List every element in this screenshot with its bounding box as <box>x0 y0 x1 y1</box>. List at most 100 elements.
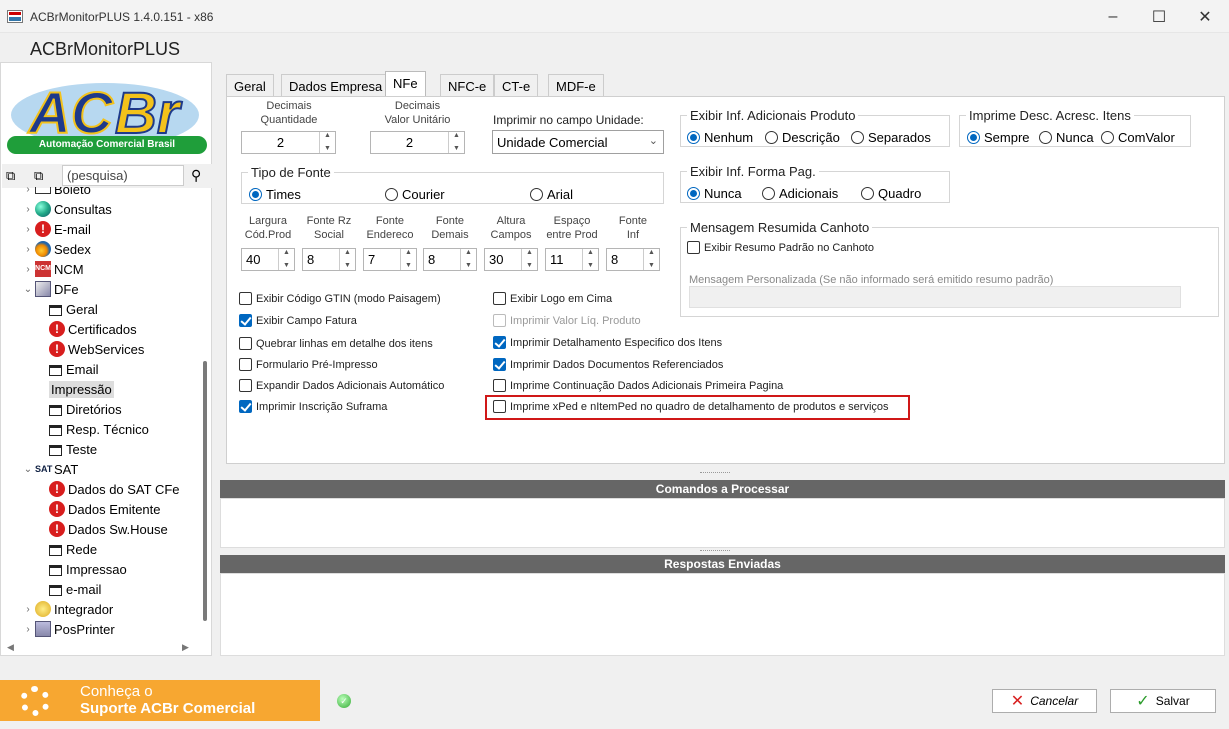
splitter-handle[interactable] <box>700 472 730 473</box>
fonte-rz-social-label: Fonte Rz Social <box>306 215 352 241</box>
tree-item-email[interactable]: ›! E-mail <box>21 219 91 239</box>
unidade-select[interactable]: Unidade Comercial ⌄ <box>492 130 664 154</box>
tree-scrollbar[interactable] <box>203 361 207 621</box>
ncm-icon: NCM <box>35 261 51 277</box>
altura-campos-spinner[interactable]: 30 <box>484 248 538 271</box>
fonte-rz-social-spinner[interactable]: 8 <box>302 248 356 271</box>
save-button[interactable]: ✓ Salvar <box>1110 689 1216 713</box>
check-fatura[interactable]: Exibir Campo Fatura <box>239 314 357 327</box>
tab-geral[interactable]: Geral <box>226 74 274 97</box>
close-icon[interactable]: ✕ <box>1182 0 1228 33</box>
tree-item-rede[interactable]: Rede <box>49 539 97 559</box>
fonte-endereco-spinner[interactable]: 7 <box>363 248 417 271</box>
check-detalhamento[interactable]: Imprimir Detalhamento Especifico dos Ite… <box>493 336 722 349</box>
tree-item-email-dfe[interactable]: Email <box>49 359 99 379</box>
tree-item-teste[interactable]: Teste <box>49 439 97 459</box>
radio-nunca-pag[interactable]: Nunca <box>687 186 742 201</box>
canhoto-msg-label: Mensagem Personalizada (Se não informado… <box>689 274 1054 286</box>
tree-view: › Boleto › Consultas ›! E-mail › Sedex › NCM N… <box>1 187 201 645</box>
radio-times[interactable]: Times <box>249 187 301 202</box>
chevron-down-icon: ⌄ <box>648 135 658 147</box>
radio-courier[interactable]: Courier <box>385 187 445 202</box>
radio-separados[interactable]: Separados <box>851 130 931 145</box>
x-icon: ✕ <box>1010 693 1025 710</box>
espaco-entre-prod-spinner[interactable]: 11 <box>545 248 599 271</box>
tab-cte[interactable]: CT-e <box>494 74 539 97</box>
globe-icon <box>35 201 51 217</box>
tree-item-sedex[interactable]: › Sedex <box>21 239 91 259</box>
collapse-all-icon[interactable]: ⧉ <box>34 168 43 184</box>
minimize-icon[interactable]: – <box>1090 0 1136 33</box>
tree-item-sat[interactable]: ⌄ SAT SAT <box>21 459 79 479</box>
radio-nenhum[interactable]: Nenhum <box>687 130 753 145</box>
check-resumo-canhoto[interactable]: Exibir Resumo Padrão no Canhoto <box>687 241 874 254</box>
tree-item-email-sat[interactable]: e-mail <box>49 579 101 599</box>
tree-item-dados-sat[interactable]: ! Dados do SAT CFe <box>49 479 180 499</box>
tree-item-integrador[interactable]: › Integrador <box>21 599 113 619</box>
check-pre-impresso[interactable]: Formulario Pré-Impresso <box>239 358 378 371</box>
tab-nfe[interactable]: NFe <box>385 71 426 98</box>
dec-qtd-spinner[interactable]: 2 <box>241 131 336 154</box>
scroll-right-icon[interactable]: ▶ <box>182 642 189 653</box>
unidade-label: Imprimir no campo Unidade: <box>493 113 644 127</box>
radio-comvalor[interactable]: ComValor <box>1101 130 1175 145</box>
tree-item-dados-emitente[interactable]: ! Dados Emitente <box>49 499 161 519</box>
tree-item-posprinter[interactable]: › PosPrinter <box>21 619 115 639</box>
dec-vu-spinner[interactable]: 2 <box>370 131 465 154</box>
support-banner[interactable]: Conheça o Suporte ACBr Comercial <box>0 680 320 721</box>
cancel-button[interactable]: ✕ Cancelar <box>992 689 1097 713</box>
folder-icon <box>49 304 62 316</box>
fonte-demais-spinner[interactable]: 8 <box>423 248 477 271</box>
radio-descricao[interactable]: Descrição <box>765 130 840 145</box>
largura-cod-prod-spinner[interactable]: 40 <box>241 248 295 271</box>
tree-item-resp-tecnico[interactable]: Resp. Técnico <box>49 419 149 439</box>
maximize-icon[interactable]: ☐ <box>1136 0 1182 33</box>
tree-item-dfe[interactable]: ⌄ DFe <box>21 279 79 299</box>
search-input[interactable]: (pesquisa) <box>62 165 184 186</box>
tree-item-ncm[interactable]: › NCM NCM <box>21 259 84 279</box>
radio-adicionais[interactable]: Adicionais <box>762 186 838 201</box>
tree-item-diretorios[interactable]: Diretórios <box>49 399 122 419</box>
commands-area[interactable] <box>220 498 1225 548</box>
tree-item-webservices[interactable]: ! WebServices <box>49 339 144 359</box>
radio-arial[interactable]: Arial <box>530 187 573 202</box>
check-expandir-dados[interactable]: Expandir Dados Adicionais Automático <box>239 379 444 392</box>
radio-sempre[interactable]: Sempre <box>967 130 1030 145</box>
espaco-entre-prod-label: Espaço entre Prod <box>546 215 598 241</box>
fonte-endereco-label: Fonte Endereco <box>366 215 414 241</box>
printer-icon <box>35 621 51 637</box>
expand-all-icon[interactable]: ⧉ <box>6 168 15 184</box>
tab-dados-empresa[interactable]: Dados Empresa <box>281 74 391 97</box>
tree-item-impressao[interactable]: Impressão <box>49 379 114 399</box>
folder-icon <box>49 444 62 456</box>
check-docs-referenciados[interactable]: Imprimir Dados Documentos Referenciados <box>493 358 723 371</box>
error-icon: ! <box>35 221 51 237</box>
responses-area[interactable] <box>220 573 1225 656</box>
tree-item-impressao-sat[interactable]: Impressao <box>49 559 127 579</box>
sat-icon: SAT <box>35 464 53 474</box>
radio-nunca-desc[interactable]: Nunca <box>1039 130 1094 145</box>
canhoto-msg-input[interactable] <box>689 286 1181 308</box>
check-valor-liq[interactable]: Imprimir Valor Líq. Produto <box>493 314 641 327</box>
radio-quadro[interactable]: Quadro <box>861 186 921 201</box>
check-suframa[interactable]: Imprimir Inscrição Suframa <box>239 400 387 413</box>
check-quebrar-linhas[interactable]: Quebrar linhas em detalhe dos itens <box>239 337 433 350</box>
tab-mdfe[interactable]: MDF-e <box>548 74 604 97</box>
scroll-left-icon[interactable]: ◀ <box>7 642 14 653</box>
search-icon[interactable]: ⚲ <box>191 167 201 184</box>
check-logo-cima[interactable]: Exibir Logo em Cima <box>493 292 612 305</box>
error-icon: ! <box>49 341 65 357</box>
tree-item-boleto[interactable]: › Boleto <box>21 187 91 199</box>
tab-nfce[interactable]: NFC-e <box>440 74 495 97</box>
tree-item-dados-swhouse[interactable]: ! Dados Sw.House <box>49 519 168 539</box>
check-gtin[interactable]: Exibir Código GTIN (modo Paisagem) <box>239 292 441 305</box>
highlight-box <box>485 395 910 420</box>
tree-item-certificados[interactable]: ! Certificados <box>49 319 137 339</box>
tree-item-consultas[interactable]: › Consultas <box>21 199 112 219</box>
fonte-inf-spinner[interactable]: 8 <box>606 248 660 271</box>
splitter-handle-2[interactable] <box>700 550 730 551</box>
check-continuacao[interactable]: Imprime Continuação Dados Adicionais Pri… <box>493 379 783 392</box>
tree-item-geral[interactable]: Geral <box>49 299 98 319</box>
app-icon <box>7 10 23 23</box>
acbr-logo: AC Br Automação Comercial Brasil <box>5 63 211 163</box>
